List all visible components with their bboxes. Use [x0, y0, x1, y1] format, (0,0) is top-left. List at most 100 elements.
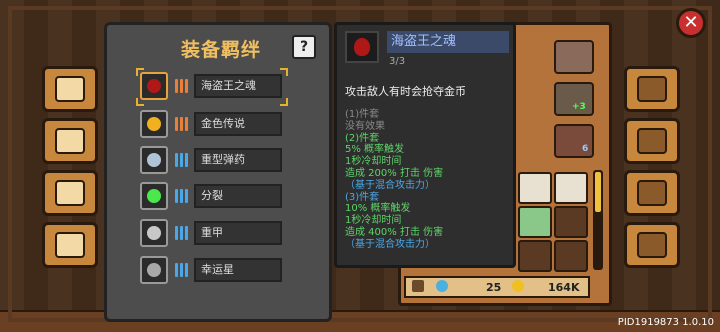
tier-bars-icon — [172, 76, 190, 96]
bond-name: 重型弹药 — [194, 148, 282, 172]
tier-bar — [179, 189, 183, 203]
effect-line: 5% 概率触发 — [345, 144, 405, 156]
tier-bar — [174, 226, 178, 240]
category-bond-button[interactable] — [42, 118, 98, 164]
tier-bars-icon — [172, 260, 190, 280]
gears-icon — [55, 128, 85, 154]
right-tab-chest-button[interactable] — [624, 170, 680, 216]
tier-bar — [174, 153, 178, 167]
version-label: PID1919873 1.0.10 — [617, 317, 714, 328]
help-button[interactable]: ? — [292, 35, 316, 59]
bond-detail-panel: 海盗王之魂 3/3 攻击敌人有时会抢夺金币 (1)件套 没有效果 (2)件套 5% 概… — [334, 22, 516, 268]
bond-icon-shape — [147, 117, 161, 131]
gold-count: 164K — [548, 281, 580, 294]
bond-name: 金色传说 — [194, 112, 282, 136]
flame-drop-icon — [345, 31, 379, 63]
effect-line: （基于混合攻击力） — [345, 238, 435, 250]
bond-row[interactable]: 海盗王之魂 — [136, 68, 288, 106]
tier-bar — [179, 263, 183, 277]
flame-drop-icon — [140, 72, 168, 100]
selection-corner — [136, 98, 144, 106]
badge-count: 6 — [582, 144, 589, 154]
effect-line: 没有效果 — [345, 120, 385, 132]
effect-line: 造成 400% 打击 伤害 — [345, 226, 444, 238]
detail-icon-shape — [354, 38, 370, 56]
gear-icon — [637, 232, 667, 258]
detail-effects: (1)件套 没有效果 (2)件套 5% 概率触发 1秒冷却时间 造成 200% 打击 伤害… — [345, 109, 443, 251]
golden-flame-icon — [140, 110, 168, 138]
tier-bars-icon — [172, 223, 190, 243]
item-slot-empty-3[interactable] — [554, 240, 588, 272]
book-icon — [55, 76, 85, 102]
right-tab-settings-button[interactable] — [624, 222, 680, 268]
skull-pirate-item[interactable] — [554, 40, 594, 74]
group-icon — [55, 180, 85, 206]
bond-name: 海盗王之魂 — [194, 74, 282, 98]
tier-bar — [179, 226, 183, 240]
coin-icon — [512, 280, 524, 292]
effect-line: 1秒冷却时间 — [345, 215, 402, 227]
effect-line: (1)件套 — [345, 109, 380, 120]
crossed-swords-icon — [637, 128, 667, 154]
tier-bar — [184, 226, 188, 240]
item-slot-empty-1[interactable] — [554, 206, 588, 238]
tier-bar — [174, 79, 178, 93]
bond-icon-shape — [147, 79, 161, 93]
tier-bar — [184, 117, 188, 131]
effect-line: 10% 概率触发 — [345, 203, 411, 215]
inventory-scrollbar[interactable] — [593, 170, 603, 270]
tier-bar — [179, 153, 183, 167]
right-tab-swords-button[interactable] — [624, 118, 680, 164]
item-slot-empty-2[interactable] — [518, 240, 552, 272]
helmet-icon — [637, 76, 667, 102]
effect-line: (3)件套 — [345, 191, 380, 203]
bond-row[interactable]: 重型弹药 — [140, 146, 284, 176]
selection-corner — [280, 68, 288, 76]
gem-icon — [436, 280, 448, 292]
bond-row[interactable]: 分裂 — [140, 182, 284, 212]
bond-name: 分裂 — [194, 184, 282, 208]
tier-bar — [184, 263, 188, 277]
bond-row[interactable]: 重甲 — [140, 219, 284, 249]
bond-icon-shape — [147, 153, 161, 167]
close-button[interactable]: ✕ — [676, 8, 706, 38]
effect-line: (2)件套 — [345, 132, 380, 144]
selection-corner — [280, 98, 288, 106]
tier-bar — [174, 189, 178, 203]
item-slot-green[interactable] — [518, 206, 552, 238]
bond-row[interactable]: 金色传说 — [140, 110, 284, 140]
effect-line: 1秒冷却时间 — [345, 156, 402, 168]
scroll-thumb[interactable] — [595, 172, 601, 212]
category-book-button[interactable] — [42, 66, 98, 112]
bond-name: 重甲 — [194, 221, 282, 245]
lock-icon[interactable] — [412, 280, 424, 292]
bond-icon-shape — [147, 263, 161, 277]
category-wheel-button[interactable] — [42, 222, 98, 268]
selection-corner — [136, 68, 144, 76]
wheel-icon — [55, 232, 85, 258]
tier-bar — [184, 153, 188, 167]
bond-row[interactable]: 幸运星 — [140, 256, 284, 286]
lucky-star-icon — [140, 256, 168, 284]
detail-count: 3/3 — [389, 56, 406, 67]
detail-title: 海盗王之魂 — [387, 31, 509, 53]
tier-bar — [174, 263, 178, 277]
ammo-box-icon — [140, 146, 168, 174]
effect-line: （基于混合攻击力） — [345, 179, 435, 191]
feather-slot-2[interactable] — [554, 172, 588, 204]
tier-bars-icon — [172, 114, 190, 134]
feather-slot-1[interactable] — [518, 172, 552, 204]
right-tab-helmet-button[interactable] — [624, 66, 680, 112]
bond-name: 幸运星 — [194, 258, 282, 282]
category-group-button[interactable] — [42, 170, 98, 216]
tier-bar — [184, 79, 188, 93]
buff-label: +3 — [572, 102, 586, 112]
detail-description: 攻击敌人有时会抢夺金币 — [345, 85, 466, 98]
tier-bar — [179, 79, 183, 93]
bond-icon-shape — [147, 226, 161, 240]
effect-line: 造成 200% 打击 伤害 — [345, 167, 444, 179]
tier-bars-icon — [172, 186, 190, 206]
tier-bar — [174, 117, 178, 131]
chest-icon — [637, 180, 667, 206]
armor-icon — [140, 219, 168, 247]
